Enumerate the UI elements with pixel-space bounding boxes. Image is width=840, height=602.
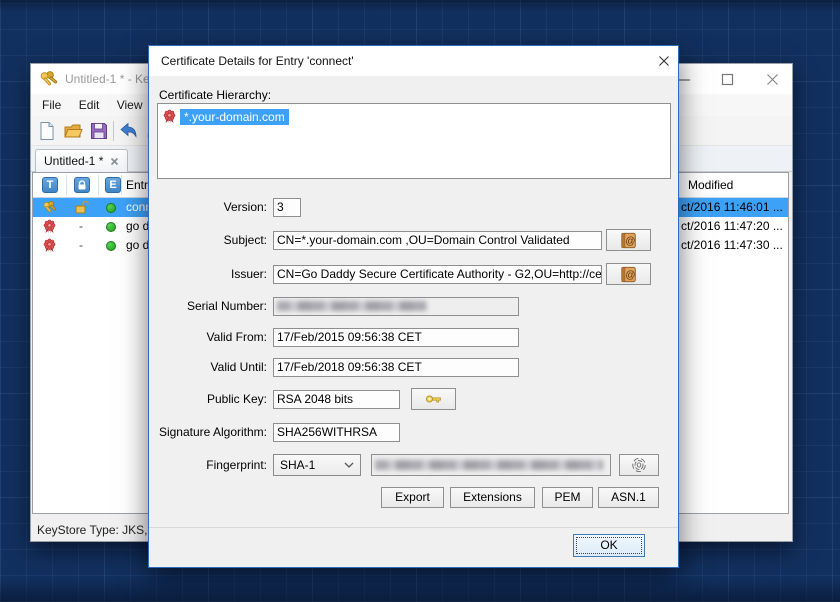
valid-from-row: Valid From: 17/Feb/2015 09:56:38 CET (157, 328, 519, 347)
lock-not-applicable: - (79, 236, 83, 255)
valid-until-label: Valid Until: (157, 358, 267, 377)
key-pair-icon (42, 200, 57, 215)
header-separator (98, 175, 99, 195)
type-column-icon[interactable]: T (42, 177, 58, 193)
tree-item-certificate[interactable]: *.your-domain.com (162, 108, 289, 125)
menu-view[interactable]: View (112, 94, 148, 116)
dialog-title: Certificate Details for Entry 'connect' (161, 46, 354, 76)
unlocked-padlock-icon (74, 200, 89, 215)
dialog-close-button[interactable] (652, 51, 675, 71)
chevron-down-icon (344, 462, 354, 468)
subject-row: Subject: CN=*.your-domain.com ,OU=Domain… (157, 231, 602, 250)
entry-modified: ct/2016 11:47:20 ... (681, 217, 783, 236)
public-key-label: Public Key: (157, 390, 267, 409)
dialog-separator (149, 527, 678, 528)
signature-algorithm-label: Signature Algorithm: (157, 423, 267, 442)
redacted-fingerprint-value (375, 460, 603, 470)
redacted-serial-value (277, 301, 427, 311)
tab-label: Untitled-1 * (44, 154, 103, 168)
version-field: 3 (273, 198, 301, 217)
address-book-icon: @ (620, 266, 638, 283)
minimize-button[interactable] (677, 72, 692, 87)
tab-close-icon[interactable] (110, 157, 119, 166)
version-label: Version: (157, 198, 267, 217)
public-key-field: RSA 2048 bits (273, 390, 400, 409)
entry-modified: ct/2016 11:46:01 ... (681, 198, 783, 217)
last-modified-header[interactable]: Modified (688, 173, 733, 198)
signature-algorithm-field: SHA256WITHRSA (273, 423, 400, 442)
valid-from-field: 17/Feb/2015 09:56:38 CET (273, 328, 519, 347)
address-book-icon: @ (620, 232, 638, 249)
public-key-details-button[interactable] (411, 388, 456, 410)
serial-number-field (273, 297, 519, 316)
subject-name-details-button[interactable]: @ (606, 229, 651, 251)
lock-status-column-icon[interactable] (74, 177, 90, 193)
issuer-row: Issuer: CN=Go Daddy Secure Certificate A… (157, 265, 602, 284)
new-file-icon[interactable] (37, 121, 57, 141)
serial-number-row: Serial Number: (157, 297, 519, 316)
menu-edit[interactable]: Edit (74, 94, 105, 116)
public-key-row: Public Key: RSA 2048 bits (157, 390, 400, 409)
fingerprint-details-button[interactable] (619, 454, 659, 476)
entry-name: go d (126, 217, 149, 236)
app-logo-keys-icon (39, 70, 59, 88)
valid-from-label: Valid From: (157, 328, 267, 347)
fingerprint-label: Fingerprint: (157, 456, 267, 475)
serial-number-label: Serial Number: (157, 297, 267, 316)
certificate-rosette-icon (162, 109, 177, 124)
expiry-column-icon[interactable]: E (105, 177, 121, 193)
close-button[interactable] (765, 72, 780, 87)
toolbar-separator (113, 121, 114, 141)
entry-name-header[interactable]: Entr (126, 173, 148, 198)
header-separator (66, 175, 67, 195)
fingerprint-algorithm-select[interactable]: SHA-1 (273, 454, 361, 476)
header-separator (121, 175, 122, 195)
certificate-rosette-icon (42, 219, 57, 234)
certificate-rosette-icon (42, 238, 57, 253)
dialog-titlebar[interactable]: Certificate Details for Entry 'connect' (149, 46, 678, 76)
menu-file[interactable]: File (37, 94, 66, 116)
lock-not-applicable: - (79, 217, 83, 236)
status-ok-icon (106, 203, 116, 213)
subject-label: Subject: (157, 231, 267, 250)
version-row: Version: 3 (157, 198, 301, 217)
asn1-button[interactable]: ASN.1 (598, 487, 659, 508)
desktop: { "main_window": { "title": "Untitled-1 … (0, 0, 840, 602)
hierarchy-label: Certificate Hierarchy: (159, 88, 271, 102)
entry-modified: ct/2016 11:47:30 ... (681, 236, 783, 255)
export-button[interactable]: Export (381, 487, 444, 508)
status-ok-icon (106, 241, 116, 251)
extensions-button[interactable]: Extensions (450, 487, 535, 508)
key-icon (425, 392, 443, 406)
selected-certificate-name: *.your-domain.com (180, 109, 289, 125)
svg-text:@: @ (625, 236, 635, 247)
pem-button[interactable]: PEM (542, 487, 593, 508)
save-icon[interactable] (89, 121, 109, 141)
subject-field[interactable]: CN=*.your-domain.com ,OU=Domain Control … (273, 231, 602, 250)
valid-until-field: 17/Feb/2018 09:56:38 CET (273, 358, 519, 377)
entry-name: go d (126, 236, 149, 255)
certificate-details-dialog: Certificate Details for Entry 'connect' … (148, 45, 679, 568)
fingerprint-field (371, 454, 611, 476)
issuer-label: Issuer: (157, 265, 267, 284)
certificate-hierarchy-tree[interactable]: *.your-domain.com (157, 103, 671, 179)
window-title: Untitled-1 * - Ke (65, 64, 150, 94)
issuer-name-details-button[interactable]: @ (606, 263, 651, 285)
close-icon (658, 55, 670, 67)
tab-untitled-1[interactable]: Untitled-1 * (35, 149, 128, 172)
fingerprint-row: Fingerprint: SHA-1 (157, 454, 611, 476)
status-ok-icon (106, 222, 116, 232)
svg-text:@: @ (625, 270, 635, 281)
signature-algorithm-row: Signature Algorithm: SHA256WITHRSA (157, 423, 400, 442)
open-folder-icon[interactable] (63, 121, 83, 141)
ok-button[interactable]: OK (573, 534, 645, 557)
status-bar: KeyStore Type: JKS, Si (37, 519, 162, 542)
undo-icon[interactable] (119, 121, 139, 141)
issuer-field[interactable]: CN=Go Daddy Secure Certificate Authority… (273, 265, 602, 284)
fingerprint-icon (631, 457, 647, 473)
maximize-button[interactable] (720, 72, 735, 87)
valid-until-row: Valid Until: 17/Feb/2018 09:56:38 CET (157, 358, 519, 377)
fingerprint-algorithm-value: SHA-1 (280, 458, 315, 472)
